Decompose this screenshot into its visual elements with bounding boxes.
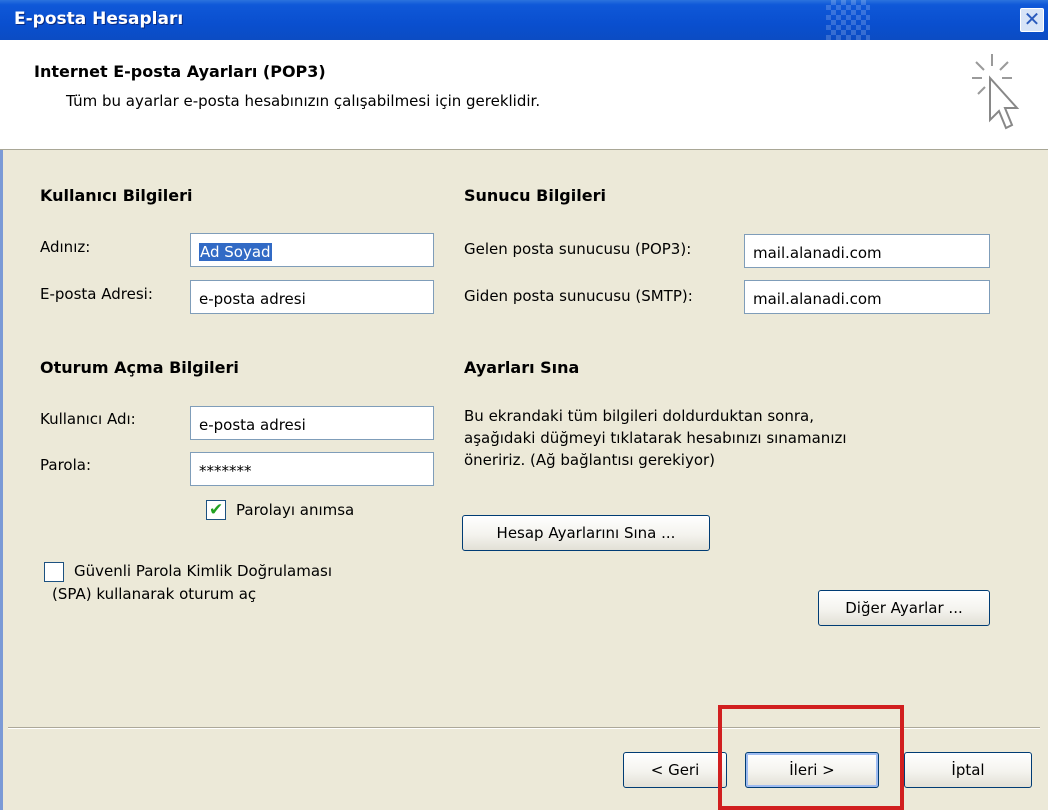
page-title: Internet E-posta Ayarları (POP3) — [34, 62, 326, 81]
test-desc-line2: aşağıdaki düğmeyi tıklatarak hesabınızı … — [464, 429, 847, 447]
incoming-server-label: Gelen posta sunucusu (POP3): — [464, 240, 692, 258]
server-info-title: Sunucu Bilgileri — [464, 186, 606, 205]
window-title: E-posta Hesapları — [14, 9, 184, 29]
username-label: Kullanıcı Adı: — [40, 410, 136, 428]
name-input[interactable]: Ad Soyad — [190, 233, 434, 267]
test-desc-line3: öneririz. (Ağ bağlantısı gerekiyor) — [464, 451, 716, 469]
next-button-highlight — [718, 705, 904, 810]
page-subtitle: Tüm bu ayarlar e-posta hesabınızın çalış… — [66, 92, 541, 110]
wizard-cursor-icon — [972, 54, 1020, 130]
test-settings-description: Bu ekrandaki tüm bilgileri doldurduktan … — [464, 405, 847, 471]
cancel-button[interactable]: İptal — [904, 752, 1032, 788]
back-button[interactable]: < Geri — [623, 752, 727, 788]
spa-label-line2: (SPA) kullanarak oturum aç — [52, 585, 257, 603]
password-label: Parola: — [40, 456, 91, 474]
test-desc-line1: Bu ekrandaki tüm bilgileri doldurduktan … — [464, 407, 814, 425]
test-account-settings-button[interactable]: Hesap Ayarlarını Sına ... — [462, 515, 710, 551]
spa-label-line1: Güvenli Parola Kimlik Doğrulaması — [74, 562, 333, 580]
email-input[interactable]: e-posta adresi — [190, 280, 434, 314]
test-settings-title: Ayarları Sına — [464, 358, 580, 377]
titlebar-decoration — [826, 0, 870, 40]
password-input[interactable]: ******* — [190, 452, 434, 486]
spa-checkbox[interactable] — [44, 562, 64, 582]
more-settings-button[interactable]: Diğer Ayarlar ... — [818, 590, 990, 626]
incoming-server-input[interactable]: mail.alanadi.com — [744, 234, 990, 268]
outgoing-server-label: Giden posta sunucusu (SMTP): — [464, 287, 693, 305]
name-label: Adınız: — [40, 238, 91, 256]
email-label: E-posta Adresi: — [40, 285, 153, 303]
close-icon[interactable]: ✕ — [1020, 8, 1044, 32]
checkmark-icon: ✔ — [209, 500, 224, 520]
username-input[interactable]: e-posta adresi — [190, 406, 434, 440]
remember-password-checkbox[interactable]: ✔ — [206, 500, 226, 520]
name-input-value: Ad Soyad — [199, 243, 272, 261]
logon-info-title: Oturum Açma Bilgileri — [40, 358, 239, 377]
remember-password-label: Parolayı anımsa — [236, 501, 355, 519]
wizard-header: Internet E-posta Ayarları (POP3) Tüm bu … — [0, 40, 1048, 150]
dialog-left-border — [0, 150, 3, 810]
title-bar: E-posta Hesapları ✕ — [0, 0, 1048, 40]
user-info-title: Kullanıcı Bilgileri — [40, 186, 193, 205]
outgoing-server-input[interactable]: mail.alanadi.com — [744, 280, 990, 314]
